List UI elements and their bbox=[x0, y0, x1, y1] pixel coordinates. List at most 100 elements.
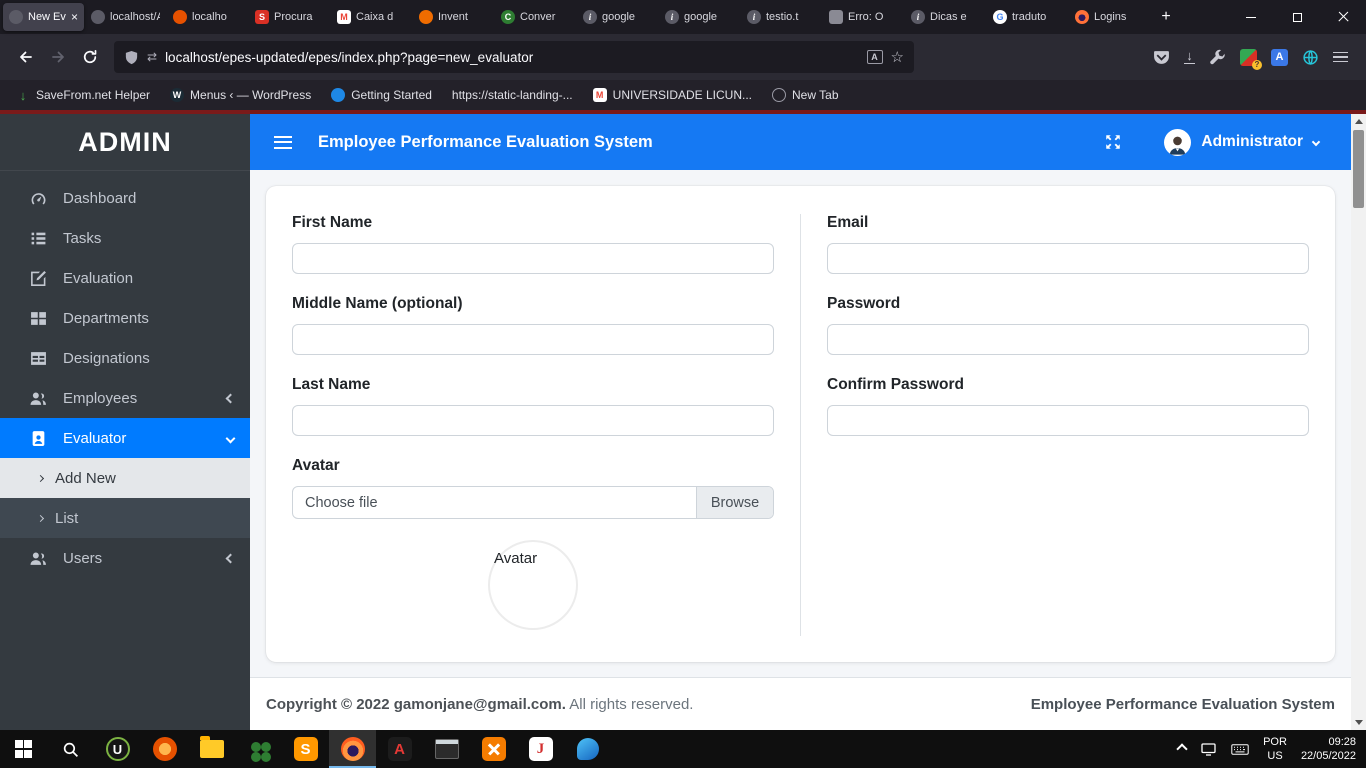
sidebar-item-employees[interactable]: Employees bbox=[0, 378, 250, 418]
sidebar-item-users[interactable]: Users bbox=[0, 538, 250, 578]
bookmark-favicon bbox=[772, 88, 787, 102]
bookmark-favicon: M bbox=[592, 88, 607, 102]
avatar-label: Avatar bbox=[292, 457, 340, 474]
browse-button[interactable]: Browse bbox=[696, 487, 773, 518]
bookmark-item[interactable]: https://static-landing-... bbox=[442, 80, 583, 110]
browser-tab[interactable]: i Dicas e bbox=[905, 3, 986, 31]
sidebar-item-tasks[interactable]: Tasks bbox=[0, 218, 250, 258]
translate-extension-icon[interactable]: A bbox=[1271, 48, 1288, 66]
taskbar-app-blue[interactable] bbox=[564, 730, 611, 768]
pocket-icon[interactable] bbox=[1153, 49, 1170, 66]
taskbar-app-j[interactable]: J bbox=[517, 730, 564, 768]
start-button[interactable] bbox=[0, 730, 47, 768]
sidebar-item-label: Tasks bbox=[63, 229, 102, 247]
password-label: Password bbox=[827, 295, 901, 312]
taskbar-file-explorer[interactable] bbox=[188, 730, 235, 768]
sidebar-item-dashboard[interactable]: Dashboard bbox=[0, 178, 250, 218]
sidebar-subitem-add-new[interactable]: Add New bbox=[0, 458, 250, 498]
browser-tab[interactable]: i google bbox=[659, 3, 740, 31]
taskbar-app-a[interactable]: A bbox=[376, 730, 423, 768]
window-close-button[interactable] bbox=[1320, 0, 1366, 34]
password-input[interactable] bbox=[827, 324, 1309, 355]
last-name-input[interactable] bbox=[292, 405, 774, 436]
keyboard-icon[interactable] bbox=[1231, 743, 1249, 755]
taskbar-clock[interactable]: 09:28 22/05/2022 bbox=[1301, 735, 1356, 764]
url-text[interactable]: localhost/epes-updated/epes/index.php?pa… bbox=[165, 50, 858, 65]
user-menu[interactable]: Administrator bbox=[1164, 128, 1321, 156]
terminal-icon bbox=[434, 739, 459, 759]
bookmark-item[interactable]: New Tab bbox=[762, 80, 848, 110]
tab-label: Logins bbox=[1094, 11, 1127, 23]
first-name-input[interactable] bbox=[292, 243, 774, 274]
browser-tab[interactable]: i testio.t bbox=[741, 3, 822, 31]
sidebar-toggle-button[interactable] bbox=[274, 135, 292, 149]
tab-label: Invent bbox=[438, 11, 468, 23]
back-icon bbox=[20, 51, 32, 63]
browser-menu-icon[interactable] bbox=[1333, 51, 1348, 63]
sidebar-item-departments[interactable]: Departments bbox=[0, 298, 250, 338]
forward-button[interactable] bbox=[42, 41, 74, 73]
page-scrollbar[interactable] bbox=[1351, 114, 1366, 730]
sidebar-item-designations[interactable]: Designations bbox=[0, 338, 250, 378]
window-minimize-button[interactable] bbox=[1228, 0, 1274, 34]
new-tab-button[interactable]: + bbox=[1151, 3, 1181, 31]
sidebar-item-evaluator[interactable]: Evaluator bbox=[0, 418, 250, 458]
window-maximize-button[interactable] bbox=[1274, 0, 1320, 34]
email-input[interactable] bbox=[827, 243, 1309, 274]
browser-tab[interactable]: localhost/A bbox=[85, 3, 166, 31]
tray-expand-icon[interactable] bbox=[1176, 743, 1188, 755]
extension-badge-icon[interactable]: ? bbox=[1240, 48, 1262, 70]
display-icon[interactable] bbox=[1200, 742, 1217, 757]
bookmark-item[interactable]: ↓ SaveFrom.net Helper bbox=[6, 80, 160, 110]
browser-tab[interactable]: Erro: O bbox=[823, 3, 904, 31]
tools-wrench-icon[interactable] bbox=[1209, 49, 1226, 66]
url-bar[interactable]: ⇄ localhost/epes-updated/epes/index.php?… bbox=[114, 41, 914, 73]
browser-tab[interactable]: New Eval × bbox=[3, 3, 84, 31]
scrollbar-thumb[interactable] bbox=[1353, 130, 1364, 208]
connection-security-icon[interactable]: ⇄ bbox=[147, 50, 157, 64]
browser-tab[interactable]: S Procura bbox=[249, 3, 330, 31]
browser-tab[interactable]: Logins bbox=[1069, 3, 1150, 31]
globe-extension-icon[interactable] bbox=[1302, 49, 1319, 66]
tab-close-icon[interactable]: × bbox=[71, 11, 78, 23]
browser-tab[interactable]: C Conver bbox=[495, 3, 576, 31]
tab-strip: New Eval × localhost/A localho S Procura… bbox=[0, 0, 1228, 34]
refresh-button[interactable] bbox=[74, 41, 106, 73]
tracking-protection-shield-icon[interactable] bbox=[124, 50, 139, 65]
confirm-password-input[interactable] bbox=[827, 405, 1309, 436]
taskbar-terminal[interactable] bbox=[423, 730, 470, 768]
bookmark-item[interactable]: Getting Started bbox=[321, 80, 442, 110]
language-indicator[interactable]: POR US bbox=[1263, 735, 1287, 764]
tab-favicon: i bbox=[665, 10, 679, 24]
taskbar-search-button[interactable] bbox=[47, 730, 94, 768]
taskbar-app-orange[interactable] bbox=[141, 730, 188, 768]
back-button[interactable] bbox=[10, 41, 42, 73]
bookmark-item[interactable]: W Menus ‹ — WordPress bbox=[160, 80, 321, 110]
middle-name-input[interactable] bbox=[292, 324, 774, 355]
browser-tab[interactable]: Invent bbox=[413, 3, 494, 31]
taskbar-app-u[interactable]: U bbox=[94, 730, 141, 768]
taskbar-firefox[interactable] bbox=[329, 730, 376, 768]
fullscreen-button[interactable] bbox=[1104, 133, 1122, 151]
downloads-icon[interactable]: ↓ bbox=[1184, 49, 1195, 65]
taskbar-app-sublime[interactable]: S bbox=[282, 730, 329, 768]
sidebar-subitem-list[interactable]: List bbox=[0, 498, 250, 538]
scrollbar-down-arrow[interactable] bbox=[1351, 715, 1366, 730]
tab-label: google bbox=[602, 11, 636, 23]
taskbar-app-clover[interactable] bbox=[235, 730, 282, 768]
browser-tab[interactable]: i google bbox=[577, 3, 658, 31]
avatar-file-input[interactable]: Choose file Browse bbox=[292, 486, 774, 519]
bookmark-star-icon[interactable]: ☆ bbox=[891, 48, 904, 66]
app-j-icon: J bbox=[528, 737, 553, 761]
translate-page-icon[interactable]: A bbox=[866, 50, 883, 64]
sidebar-brand[interactable]: ADMIN bbox=[0, 114, 250, 171]
browser-tab[interactable]: M Caixa d bbox=[331, 3, 412, 31]
system-tray: POR US 09:28 22/05/2022 bbox=[1176, 735, 1366, 764]
taskbar-app-orange-box[interactable] bbox=[470, 730, 517, 768]
bookmark-item[interactable]: M UNIVERSIDADE LICUN... bbox=[583, 80, 762, 110]
browser-tab[interactable]: G traduto bbox=[987, 3, 1068, 31]
chevron-right-icon bbox=[36, 474, 45, 482]
scrollbar-up-arrow[interactable] bbox=[1351, 114, 1366, 129]
sidebar-item-evaluation[interactable]: Evaluation bbox=[0, 258, 250, 298]
browser-tab[interactable]: localho bbox=[167, 3, 248, 31]
